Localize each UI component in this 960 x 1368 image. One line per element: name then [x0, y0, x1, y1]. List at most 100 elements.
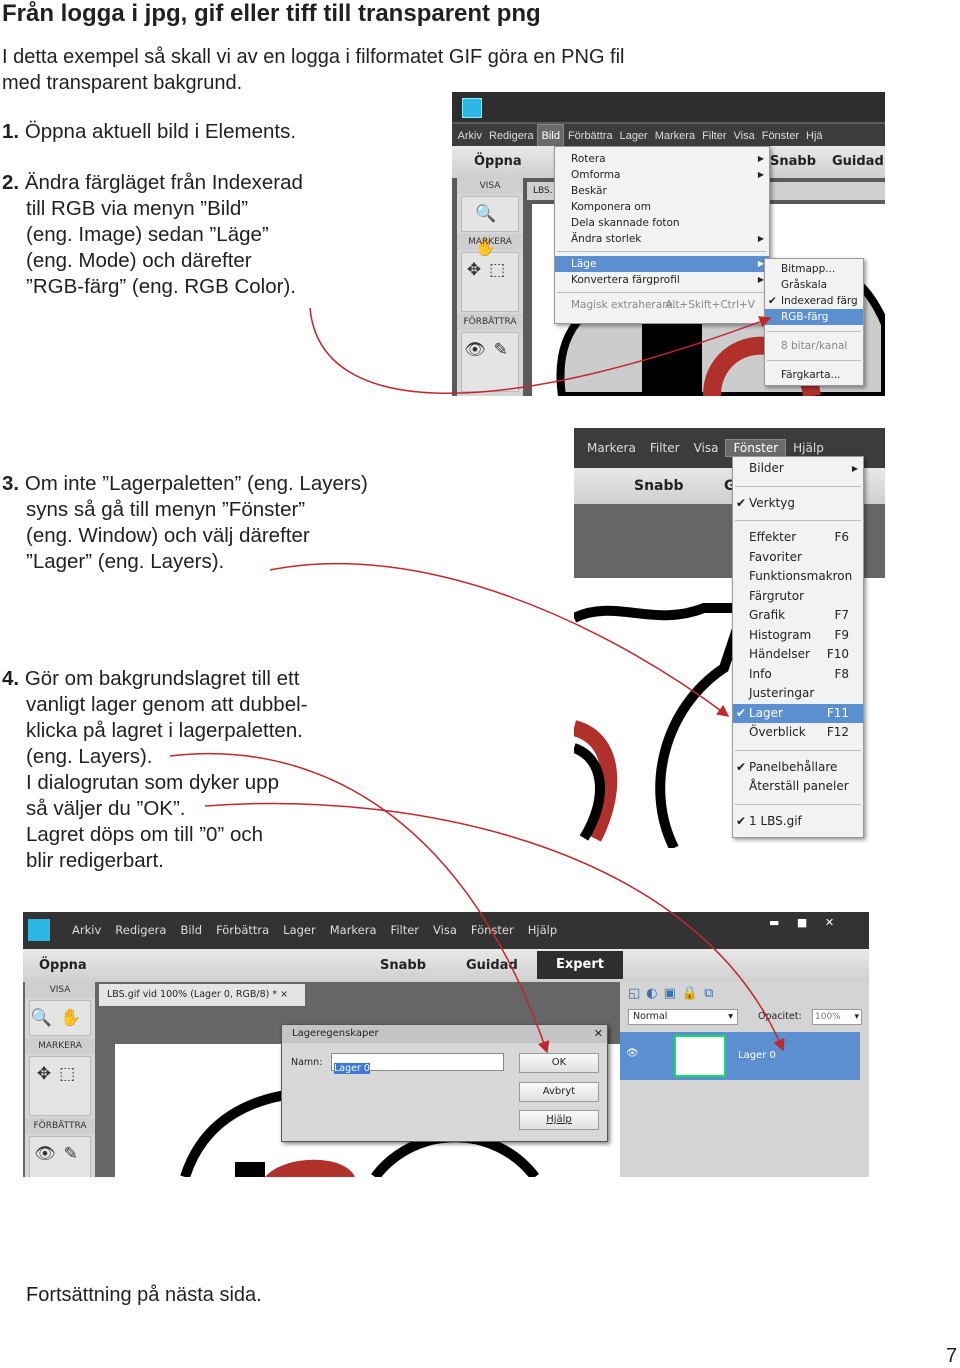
- menu-forbattra[interactable]: Förbättra: [209, 912, 276, 949]
- cancel-button[interactable]: Avbryt: [519, 1082, 599, 1102]
- menu-item-window[interactable]: Funktionsmakron: [733, 567, 863, 587]
- open-button[interactable]: Öppna: [39, 949, 87, 982]
- visibility-eye-icon[interactable]: 👁: [626, 1048, 639, 1059]
- menu-separator: [735, 485, 861, 487]
- tab-close-icon[interactable]: ×: [280, 989, 288, 1000]
- menu-item-fargkarta[interactable]: Färgkarta...: [765, 367, 863, 383]
- selection-tools-icon[interactable]: ✥⬚: [461, 252, 519, 312]
- menu-item-rgb-farg[interactable]: RGB-färg: [765, 309, 863, 325]
- check-icon: ✔: [736, 495, 747, 510]
- menu-item-window[interactable]: Bilder ▶: [733, 459, 863, 479]
- menu-forbattra[interactable]: Förbättra: [564, 125, 616, 147]
- layers-panel: ◱◐▣🔒⧉ Normal ▾ Opacitet: 100% ▾ 👁 Lager 0: [620, 982, 869, 1177]
- menu-hjalp[interactable]: Hjä: [803, 125, 827, 147]
- dialog-close-button[interactable]: ✕: [594, 1027, 603, 1040]
- menu-item-window[interactable]: Favoriter: [733, 548, 863, 568]
- menu-lager[interactable]: Lager: [276, 912, 323, 949]
- close-button[interactable]: ✕: [825, 916, 834, 929]
- menu-filter[interactable]: Filter: [384, 912, 426, 949]
- expert-mode-tab[interactable]: Expert: [537, 951, 623, 979]
- open-button[interactable]: Öppna: [474, 146, 522, 178]
- enhance-tools-icon[interactable]: 👁✎: [29, 1136, 91, 1177]
- menu-item-window[interactable]: Återställ paneler: [733, 777, 863, 797]
- menu-item-8-bitar[interactable]: 8 bitar/kanal: [765, 338, 863, 354]
- menu-bild[interactable]: Bild: [537, 124, 565, 148]
- menu-bild[interactable]: Bild: [173, 912, 209, 949]
- quick-mode-tab[interactable]: Snabb: [770, 146, 816, 178]
- guided-mode-tab[interactable]: Guidad: [832, 146, 884, 178]
- menu-visa[interactable]: Visa: [687, 428, 726, 468]
- menu-item-window[interactable]: Histogram F9: [733, 626, 863, 646]
- menu-filter[interactable]: Filter: [699, 125, 730, 147]
- document-tab[interactable]: LBS.gif vid 100% (Lager 0, RGB/8) * ×: [99, 984, 305, 1006]
- menu-item-window[interactable]: ✔ Panelbehållare: [733, 758, 863, 778]
- menu-item-window[interactable]: Effekter F6: [733, 528, 863, 548]
- toolbox: VISA 🔍✋ MARKERA ✥⬚ FÖRBÄTTRA 👁✎: [25, 982, 95, 1177]
- menu-item-window[interactable]: Färgrutor: [733, 587, 863, 607]
- menu-markera[interactable]: Markera: [323, 912, 384, 949]
- step-4: 4. Gör om bakgrundslagret till ett vanli…: [2, 667, 308, 872]
- layer-row[interactable]: 👁 Lager 0: [620, 1032, 860, 1080]
- menu-item-omforma[interactable]: Omforma ▶: [555, 167, 769, 183]
- menu-item-window[interactable]: Överblick F12: [733, 723, 863, 743]
- quick-mode-tab[interactable]: Snabb: [634, 468, 684, 504]
- zoom-hand-tools-icon[interactable]: 🔍✋: [461, 196, 519, 258]
- menu-item-graskala[interactable]: Gråskala: [765, 277, 863, 293]
- menu-visa[interactable]: Visa: [730, 125, 758, 147]
- menu-lager[interactable]: Lager: [616, 125, 651, 147]
- menu-item-lage[interactable]: Läge ▶: [555, 256, 769, 272]
- menu-arkiv[interactable]: Arkiv: [65, 912, 108, 949]
- menu-fonster[interactable]: Fönster: [725, 439, 787, 457]
- intro-line-2: med transparent bakgrund.: [2, 72, 243, 94]
- menu-item-window[interactable]: ✔ 1 LBS.gif: [733, 812, 863, 832]
- menu-item-komponera-om[interactable]: Komponera om: [555, 199, 769, 215]
- menu-item-window[interactable]: Info F8: [733, 665, 863, 685]
- menu-item-konvertera-fargprofil[interactable]: Konvertera färgprofil ▶: [555, 272, 769, 288]
- zoom-hand-tools-icon[interactable]: 🔍✋: [29, 1000, 91, 1036]
- menu-item-dela-skannade[interactable]: Dela skannade foton: [555, 215, 769, 231]
- menu-filter[interactable]: Filter: [643, 428, 687, 468]
- menu-fonster[interactable]: Fönster: [464, 912, 521, 949]
- menu-redigera[interactable]: Redigera: [485, 125, 537, 147]
- menu-item-window[interactable]: ✔ Verktyg: [733, 494, 863, 514]
- enhance-tools-icon[interactable]: 👁✎: [461, 332, 519, 392]
- menu-item-bitmapp[interactable]: Bitmapp...: [765, 261, 863, 277]
- window-controls: ▬ ■ ✕: [769, 916, 834, 929]
- maximize-button[interactable]: ■: [797, 916, 807, 929]
- menu-item-andra-storlek[interactable]: Ändra storlek ▶: [555, 231, 769, 247]
- layer-name[interactable]: Lager 0: [738, 1050, 776, 1061]
- menu-fonster[interactable]: Fönster: [758, 125, 802, 147]
- menu-item-beskar[interactable]: Beskär: [555, 183, 769, 199]
- menu-item-magisk-extraherare[interactable]: Magisk extraherare... Alt+Skift+Ctrl+V: [555, 297, 769, 313]
- layer-properties-dialog: Lageregenskaper ✕ Namn: Lager 0 OK Avbry…: [281, 1024, 608, 1142]
- toolbox: VISA 🔍✋ MARKERA ✥⬚ FÖRBÄTTRA 👁✎: [457, 178, 523, 396]
- layer-toolbar-icons[interactable]: ◱◐▣🔒⧉: [628, 986, 719, 1001]
- layer-thumbnail: [674, 1035, 726, 1077]
- help-button[interactable]: Hjälp: [519, 1110, 599, 1130]
- opacity-input[interactable]: 100% ▾: [812, 1009, 862, 1025]
- mode-submenu: Bitmapp... Gråskala ✔ Indexerad färg RGB-…: [764, 258, 864, 386]
- menu-item-window[interactable]: Grafik F7: [733, 606, 863, 626]
- menu-arkiv[interactable]: Arkiv: [454, 125, 485, 147]
- tools-label-markera: MARKERA: [25, 1038, 95, 1054]
- menu-markera[interactable]: Markera: [580, 428, 643, 468]
- layer-name-input[interactable]: Lager 0: [331, 1053, 504, 1074]
- menu-markera[interactable]: Markera: [651, 125, 698, 147]
- menu-item-window[interactable]: Händelser F10: [733, 645, 863, 665]
- check-icon: ✔: [736, 705, 747, 720]
- menu-item-indexerad-farg[interactable]: ✔ Indexerad färg: [765, 293, 863, 309]
- menu-redigera[interactable]: Redigera: [108, 912, 173, 949]
- menu-item-window[interactable]: Justeringar: [733, 684, 863, 704]
- menu-visa[interactable]: Visa: [426, 912, 464, 949]
- selection-tools-icon[interactable]: ✥⬚: [29, 1056, 91, 1116]
- guided-mode-tab[interactable]: Guidad: [466, 949, 518, 982]
- menu-separator: [735, 749, 861, 751]
- quick-mode-tab[interactable]: Snabb: [380, 949, 426, 982]
- ok-button[interactable]: OK: [519, 1053, 599, 1073]
- screenshot-window-menu: Markera Filter Visa Fönster Hjälp Snabb G Bi…: [574, 428, 885, 848]
- menu-hjalp[interactable]: Hjälp: [521, 912, 564, 949]
- menu-item-rotera[interactable]: Rotera ▶: [555, 151, 769, 167]
- blend-mode-select[interactable]: Normal ▾: [628, 1009, 738, 1025]
- menu-item-window[interactable]: ✔ Lager F11: [733, 703, 863, 723]
- minimize-button[interactable]: ▬: [769, 916, 779, 929]
